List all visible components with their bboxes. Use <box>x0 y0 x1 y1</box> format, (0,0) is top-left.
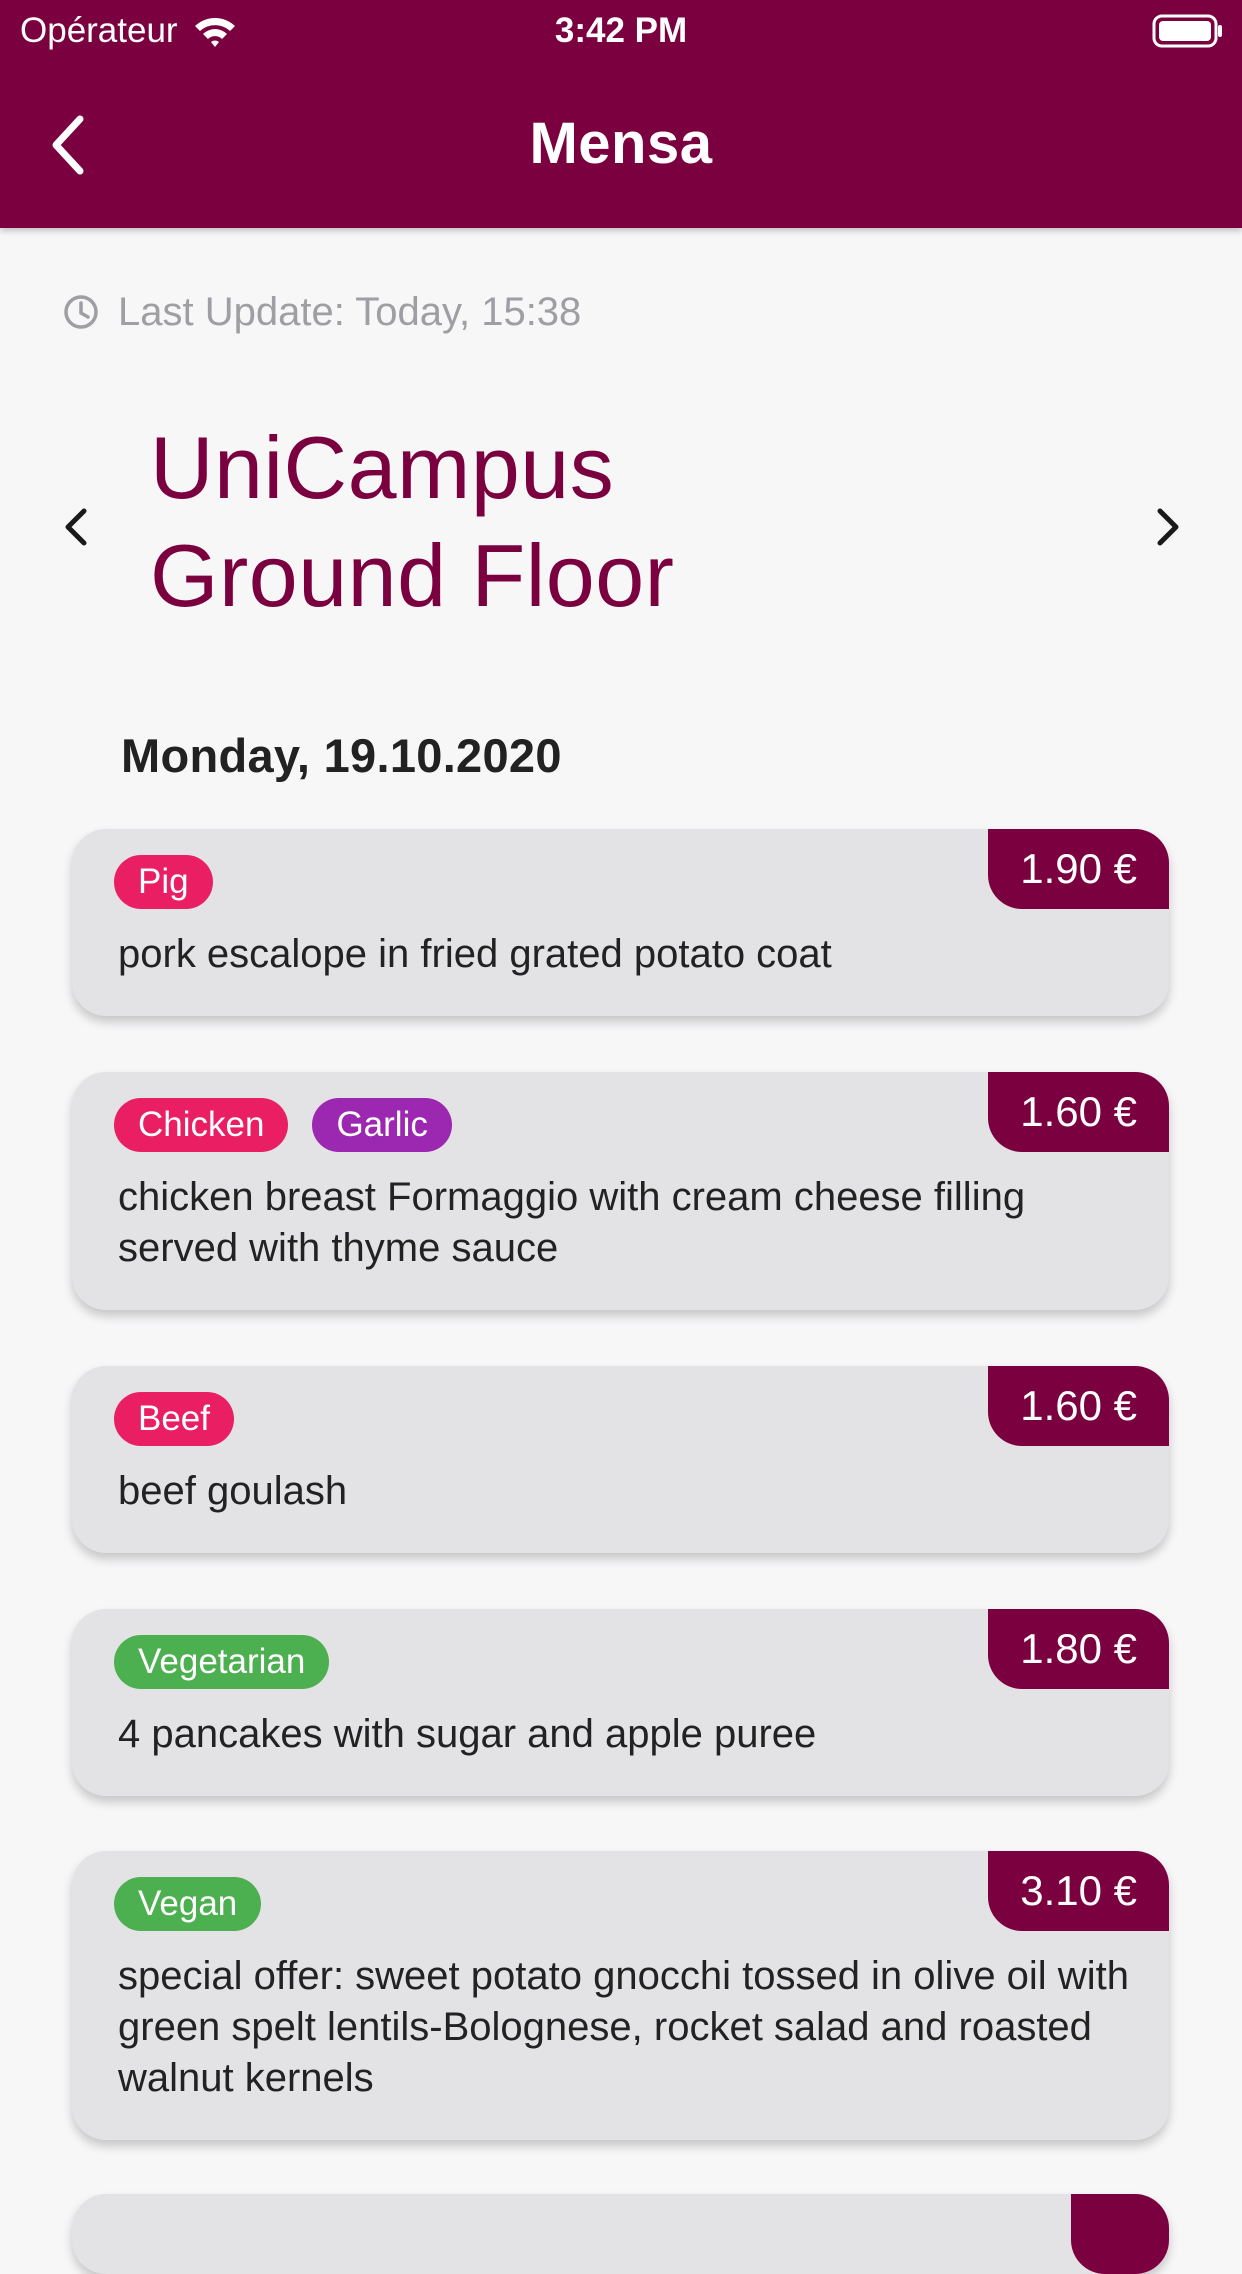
page-title: Mensa <box>529 111 713 176</box>
navigation-bar: Mensa <box>0 80 1242 208</box>
chevron-right-icon <box>1157 508 1179 546</box>
meal-description: beef goulash <box>118 1469 348 1513</box>
meal-tags: Beef <box>114 1392 234 1446</box>
meal-card[interactable]: 1.80 € Vegetarian 4 pancakes with sugar … <box>72 1609 1169 1796</box>
meal-tag: Chicken <box>114 1098 289 1152</box>
meal-tags: Vegan <box>114 1877 262 1931</box>
meal-tags: Vegetarian <box>114 1635 330 1689</box>
last-update-text: Last Update: Today, 15:38 <box>118 290 582 334</box>
meal-tag: Vegetarian <box>114 1635 330 1689</box>
meal-card[interactable]: 1.60 € Chicken Garlic chicken breast For… <box>72 1072 1169 1310</box>
price-badge: 1.90 € <box>988 829 1169 909</box>
meal-card[interactable] <box>72 2194 1169 2274</box>
chevron-left-icon <box>65 508 87 546</box>
price-badge: 1.60 € <box>988 1366 1169 1446</box>
meal-tag: Pig <box>114 855 213 909</box>
last-update: Last Update: Today, 15:38 <box>62 286 581 338</box>
meal-card[interactable]: 1.90 € Pig pork escalope in fried grated… <box>72 829 1169 1016</box>
meal-card[interactable]: 1.60 € Beef beef goulash <box>72 1366 1169 1553</box>
location-carousel: UniCampus Ground Floor <box>0 410 1242 640</box>
location-title: UniCampus Ground Floor <box>150 414 1050 630</box>
meal-tags: Pig <box>114 855 213 909</box>
meal-description: 4 pancakes with sugar and apple puree <box>118 1712 817 1756</box>
meal-card[interactable]: 3.10 € Vegan special offer: sweet potato… <box>72 1851 1169 2140</box>
price-badge: 3.10 € <box>988 1851 1169 1931</box>
day-heading: Monday, 19.10.2020 <box>121 729 562 782</box>
battery-icon <box>1152 14 1224 53</box>
price-badge <box>1071 2194 1169 2274</box>
location-name-line2: Ground Floor <box>150 526 675 625</box>
meal-tags: Chicken Garlic <box>114 1098 452 1152</box>
next-location-button[interactable] <box>1138 492 1198 562</box>
meal-tag: Vegan <box>114 1877 262 1931</box>
meal-description: pork escalope in fried grated potato coa… <box>118 932 832 976</box>
location-name-line1: UniCampus <box>150 418 615 517</box>
status-bar: Opérateur 3:42 PM <box>0 0 1242 62</box>
price-badge: 1.80 € <box>988 1609 1169 1689</box>
clock-icon <box>64 295 98 329</box>
price-badge: 1.60 € <box>988 1072 1169 1152</box>
status-time: 3:42 PM <box>554 11 688 50</box>
meal-tag: Garlic <box>312 1098 452 1152</box>
meal-tag: Beef <box>114 1392 234 1446</box>
previous-location-button[interactable] <box>46 492 106 562</box>
meal-description: special offer: sweet potato gnocchi toss… <box>118 1954 1129 2100</box>
app-bar: Opérateur 3:42 PM Mensa <box>0 0 1242 228</box>
meal-description: chicken breast Formaggio with cream chee… <box>118 1175 1026 1270</box>
